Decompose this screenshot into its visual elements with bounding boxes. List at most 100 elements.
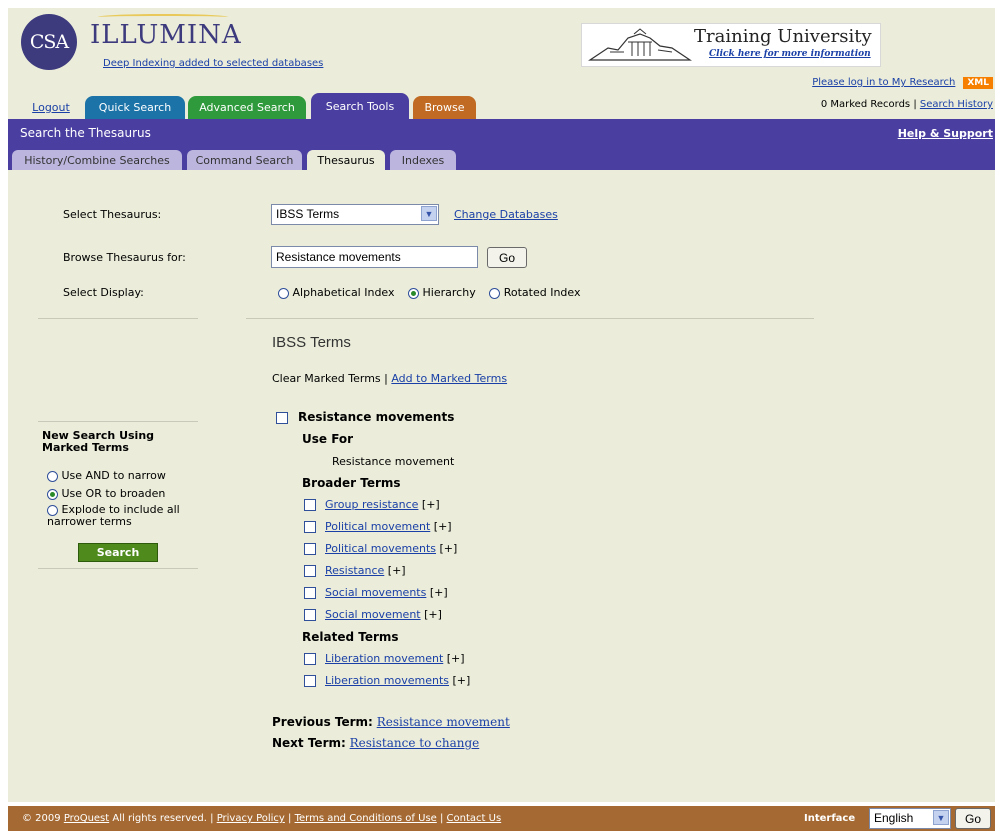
brand-title: ILLUMINA [90,20,242,50]
banner-subtitle[interactable]: Click here for more information [709,49,871,59]
marked-terms-actions: Clear Marked Terms | Add to Marked Terms [272,372,508,385]
clear-marked-terms[interactable]: Clear Marked Terms [272,372,381,385]
browse-thesaurus-input[interactable] [271,246,478,268]
results-heading: IBSS Terms [272,334,351,351]
broader-term-row: Group resistance [+] [304,498,440,511]
deep-indexing-link[interactable]: Deep Indexing added to selected database… [103,58,323,69]
banner-title: Training University [694,26,872,47]
expand-toggle[interactable]: [+] [430,586,448,599]
term-checkbox[interactable] [304,653,316,665]
use-for-term: Resistance movement [332,455,455,468]
marked-records-row: 0 Marked Records | Search History [820,99,993,110]
section-title: Search the Thesaurus [20,126,151,140]
language-select-value: English [874,811,914,825]
contact-us-link[interactable]: Contact Us [447,813,502,824]
divider [38,318,198,319]
term-checkbox[interactable] [304,543,316,555]
chevron-down-icon[interactable]: ▼ [421,206,437,221]
tab-search-tools[interactable]: Search Tools [311,93,409,119]
broader-term-link[interactable]: Political movement [325,520,430,533]
previous-term-link[interactable]: Resistance movement [377,715,510,729]
expand-toggle[interactable]: [+] [440,542,458,555]
subtab-indexes[interactable]: Indexes [390,150,456,170]
select-thesaurus-label: Select Thesaurus: [63,208,162,221]
change-databases-link[interactable]: Change Databases [454,208,558,221]
tab-advanced-search[interactable]: Advanced Search [188,96,306,119]
radio-use-and[interactable] [47,470,58,482]
add-to-marked-terms-link[interactable]: Add to Marked Terms [391,372,507,385]
related-term-link[interactable]: Liberation movement [325,652,443,665]
radio-alphabetical-index[interactable] [278,287,289,299]
copyright-year: © 2009 [22,813,61,824]
broader-term-row: Resistance [+] [304,564,406,577]
university-building-icon [588,28,692,61]
related-term-link[interactable]: Liberation movements [325,674,449,687]
sidebar-title: New Search Using Marked Terms [42,429,155,454]
term-checkbox[interactable] [304,587,316,599]
tab-browse[interactable]: Browse [413,96,476,119]
term-checkbox[interactable] [304,565,316,577]
interface-label: Interface [804,813,856,824]
proquest-link[interactable]: ProQuest [64,813,109,824]
chevron-down-icon[interactable]: ▼ [933,810,949,825]
terms-link[interactable]: Terms and Conditions of Use [295,813,437,824]
broader-term-row: Political movements [+] [304,542,457,555]
previous-term-label: Previous Term: [272,715,373,729]
next-term-link[interactable]: Resistance to change [350,736,480,750]
training-banner[interactable]: Training University Click here for more … [581,23,881,67]
use-and-label: Use AND to narrow [61,469,166,482]
go-button[interactable]: Go [487,247,527,268]
help-support-link[interactable]: Help & Support [898,127,993,140]
broader-term-link[interactable]: Group resistance [325,498,418,511]
my-research-link[interactable]: Please log in to My Research [812,77,955,88]
term-checkbox[interactable] [304,609,316,621]
subtab-command-search[interactable]: Command Search [187,150,302,170]
expand-toggle[interactable]: [+] [388,564,406,577]
thesaurus-select-value: IBSS Terms [276,207,340,221]
expand-toggle[interactable]: [+] [434,520,452,533]
footer: © 2009 ProQuest All rights reserved. | P… [8,806,995,831]
logout-link[interactable]: Logout [20,96,82,119]
sidebar-search-button[interactable]: Search [78,543,158,562]
sidebar-option-or: Use OR to broaden [47,487,165,500]
broader-terms-heading: Broader Terms [302,476,401,490]
search-history-link[interactable]: Search History [920,99,993,110]
sidebar-option-explode: Explode to include all narrower terms [47,504,207,528]
footer-links: © 2009 ProQuest All rights reserved. | P… [22,813,502,824]
language-go-button[interactable]: Go [955,808,991,829]
main-panel: Select Thesaurus: IBSS Terms ▼ Change Da… [8,170,995,802]
subtab-history-combine[interactable]: History/Combine Searches [12,150,182,170]
broader-term-row: Social movement [+] [304,608,442,621]
term-checkbox[interactable] [304,675,316,687]
csa-logo[interactable]: CSA [21,14,77,70]
divider [38,421,198,422]
term-checkbox[interactable] [304,499,316,511]
hierarchy-label: Hierarchy [422,286,476,299]
radio-use-or[interactable] [47,488,58,500]
thesaurus-select[interactable]: IBSS Terms ▼ [271,204,439,225]
broader-term-link[interactable]: Political movements [325,542,436,555]
expand-toggle[interactable]: [+] [453,674,471,687]
xml-badge[interactable]: XML [963,77,993,89]
radio-explode[interactable] [47,504,58,516]
radio-rotated-index[interactable] [489,287,501,299]
next-term-label: Next Term: [272,736,346,750]
broader-term-row: Social movements [+] [304,586,448,599]
broader-term-link[interactable]: Social movements [325,586,426,599]
language-select[interactable]: English ▼ [869,808,951,829]
expand-toggle[interactable]: [+] [447,652,465,665]
expand-toggle[interactable]: [+] [424,608,442,621]
broader-term-link[interactable]: Social movement [325,608,421,621]
subtab-thesaurus[interactable]: Thesaurus [307,150,385,170]
display-options: Alphabetical Index Hierarchy Rotated Ind… [278,286,580,299]
next-term-row: Next Term: Resistance to change [272,736,479,750]
broader-term-link[interactable]: Resistance [325,564,384,577]
related-terms-heading: Related Terms [302,630,399,644]
term-checkbox[interactable] [304,521,316,533]
main-term-checkbox[interactable] [276,411,288,424]
radio-hierarchy[interactable] [408,287,420,299]
alphabetical-index-label: Alphabetical Index [292,286,395,299]
tab-quick-search[interactable]: Quick Search [85,96,185,119]
privacy-policy-link[interactable]: Privacy Policy [217,813,285,824]
expand-toggle[interactable]: [+] [422,498,440,511]
